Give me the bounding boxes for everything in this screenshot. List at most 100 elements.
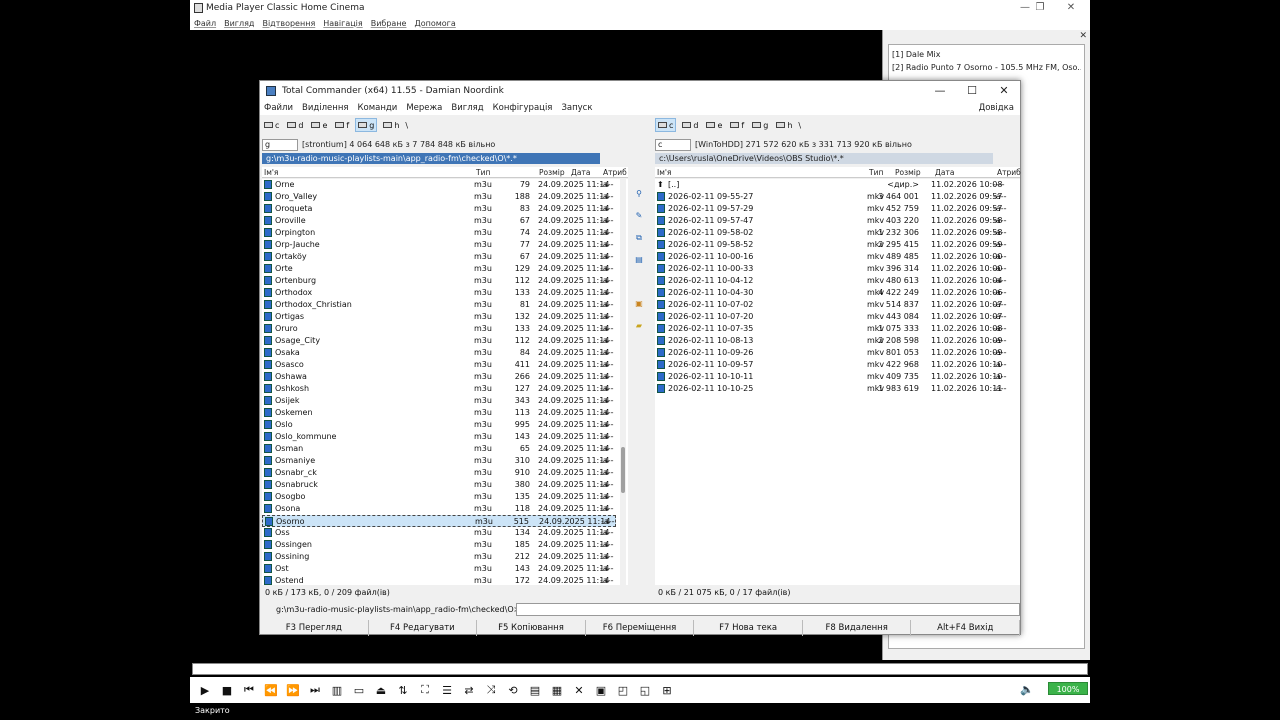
file-row[interactable]: Oskemen m3u 113 24.09.2025 11:14 -a--: [262, 407, 616, 419]
drive-button-g[interactable]: g: [355, 118, 378, 132]
file-row[interactable]: Orpington m3u 74 24.09.2025 11:14 -a--: [262, 227, 616, 239]
file-row[interactable]: Oslo m3u 995 24.09.2025 11:14 -a--: [262, 419, 616, 431]
file-row[interactable]: Oslo_kommune m3u 143 24.09.2025 11:14 -a--: [262, 431, 616, 443]
file-row[interactable]: Ossining m3u 212 24.09.2025 11:14 -a--: [262, 551, 616, 563]
file-row[interactable]: Ossingen m3u 185 24.09.2025 11:14 -a--: [262, 539, 616, 551]
file-row[interactable]: Osmaniye m3u 310 24.09.2025 11:14 -a--: [262, 455, 616, 467]
file-row[interactable]: 2026-02-11 10-00-16 mkv 489 485 11.02.2026 …: [655, 251, 1020, 263]
file-row[interactable]: 2026-02-11 10-07-20 mkv 443 084 11.02.2026 …: [655, 311, 1020, 323]
file-row[interactable]: 2026-02-11 09-57-47 mkv 403 220 11.02.2026 …: [655, 215, 1020, 227]
file-row[interactable]: Orthodox_Christian m3u 81 24.09.2025 11:14-…: [262, 299, 616, 311]
cmd-input[interactable]: [516, 603, 1020, 616]
tc-maximize-icon[interactable]: ☐: [956, 81, 988, 101]
drive-button-c[interactable]: c: [655, 118, 677, 132]
layout4-icon[interactable]: ⊞: [656, 680, 678, 700]
file-row[interactable]: Osman m3u 65 24.09.2025 11:14 -a--: [262, 443, 616, 455]
file-row[interactable]: Osage_City m3u 112 24.09.2025 11:14 -a--: [262, 335, 616, 347]
drive-button-e[interactable]: e: [309, 118, 329, 132]
layout3-icon[interactable]: ◱: [634, 680, 656, 700]
col-date[interactable]: Дата: [571, 167, 590, 178]
edit-icon[interactable]: ✎: [634, 211, 644, 221]
file-row[interactable]: Osaka m3u 84 24.09.2025 11:14 -a--: [262, 347, 616, 359]
file-row[interactable]: 2026-02-11 10-04-30 mkv 4 422 249 11.02.202…: [655, 287, 1020, 299]
drive-button-h[interactable]: h: [774, 118, 794, 132]
root-button[interactable]: \: [405, 121, 408, 130]
right-file-panel[interactable]: ⬆ [..] <дир.> 11.02.2026 10:08 ---- 2026-02-1…: [655, 179, 1020, 585]
file-row[interactable]: Ostend m3u 172 24.09.2025 11:14 -a--: [262, 575, 616, 585]
tc-menu-mark[interactable]: Виділення: [302, 101, 348, 115]
file-row[interactable]: 2026-02-11 10-09-26 mkv 801 053 11.02.2026 …: [655, 347, 1020, 359]
file-row[interactable]: Osogbo m3u 135 24.09.2025 11:14 -a--: [262, 491, 616, 503]
fullscreen-icon[interactable]: ⛶: [414, 680, 436, 700]
file-row[interactable]: Osorno m3u 515 24.09.2025 11:14 -a--: [262, 515, 616, 527]
file-row[interactable]: Oss m3u 134 24.09.2025 11:14 -a--: [262, 527, 616, 539]
drive-button-h[interactable]: h: [381, 118, 401, 132]
loop-icon[interactable]: ⇄: [458, 680, 480, 700]
prev-icon[interactable]: ⏮: [238, 680, 260, 700]
drive-button-e[interactable]: e: [704, 118, 724, 132]
f3-view-button[interactable]: F3 Перегляд: [260, 620, 369, 636]
play-icon[interactable]: ▶: [194, 680, 216, 700]
subtitle-icon[interactable]: ⟲: [502, 680, 524, 700]
file-row[interactable]: Osnabruck m3u 380 24.09.2025 11:14 -a--: [262, 479, 616, 491]
tc-menu-view[interactable]: Вигляд: [451, 101, 483, 115]
col-attr[interactable]: Атриб: [603, 167, 627, 178]
file-row[interactable]: Ortaköy m3u 67 24.09.2025 11:14 -a--: [262, 251, 616, 263]
file-row[interactable]: Oroqueta m3u 83 24.09.2025 11:14 -a--: [262, 203, 616, 215]
file-row[interactable]: Oruro m3u 133 24.09.2025 11:14 -a--: [262, 323, 616, 335]
mpc-menu-play[interactable]: Відтворення: [262, 19, 315, 28]
drive-button-c[interactable]: c: [262, 118, 281, 132]
pack-icon[interactable]: ▣: [634, 299, 644, 309]
file-row[interactable]: 2026-02-11 10-08-13 mkv 2 208 598 11.02.202…: [655, 335, 1020, 347]
rewind-icon[interactable]: ⏪: [260, 680, 282, 700]
left-scroll-thumb[interactable]: [621, 447, 625, 493]
file-row[interactable]: 2026-02-11 10-10-25 mkv 1 983 619 11.02.202…: [655, 383, 1020, 395]
file-row[interactable]: 2026-02-11 09-58-02 mkv 1 232 306 11.02.202…: [655, 227, 1020, 239]
col-size[interactable]: Розмір: [539, 167, 565, 178]
tc-menu-start[interactable]: Запуск: [561, 101, 592, 115]
col-name[interactable]: Ім'я: [264, 167, 278, 178]
file-row[interactable]: Osasco m3u 411 24.09.2025 11:14 -a--: [262, 359, 616, 371]
file-row[interactable]: Ortenburg m3u 112 24.09.2025 11:14 -a--: [262, 275, 616, 287]
file-row[interactable]: Osona m3u 118 24.09.2025 11:14 -a--: [262, 503, 616, 515]
frame-step-icon[interactable]: ▥: [326, 680, 348, 700]
alt-f4-exit-button[interactable]: Alt+F4 Вихід: [911, 620, 1021, 636]
eject-icon[interactable]: ⏏: [370, 680, 392, 700]
tc-close-icon[interactable]: ✕: [988, 81, 1020, 101]
file-row[interactable]: 2026-02-11 09-55-27 mkv 3 464 001 11.02.202…: [655, 191, 1020, 203]
f8-delete-button[interactable]: F8 Видалення: [803, 620, 912, 636]
layout1-icon[interactable]: ▣: [590, 680, 612, 700]
file-row[interactable]: Osijek m3u 343 24.09.2025 11:14 -a--: [262, 395, 616, 407]
playlist-item[interactable]: [1] Dale Mix: [892, 48, 1081, 61]
file-row[interactable]: 2026-02-11 09-58-52 mkv 2 295 415 11.02.202…: [655, 239, 1020, 251]
file-row[interactable]: 2026-02-11 10-07-02 mkv 514 837 11.02.2026 …: [655, 299, 1020, 311]
right-path[interactable]: c:\Users\rusla\OneDrive\Videos\OBS Studi…: [655, 153, 993, 164]
tc-minimize-icon[interactable]: —: [924, 81, 956, 101]
volume-level[interactable]: 100%: [1048, 682, 1088, 695]
parent-dir-row[interactable]: ⬆ [..] <дир.> 11.02.2026 10:08 ----: [655, 179, 1020, 191]
info-icon[interactable]: ▦: [546, 680, 568, 700]
playlist-icon[interactable]: ☰: [436, 680, 458, 700]
aspect-icon[interactable]: ▭: [348, 680, 370, 700]
f6-move-button[interactable]: F6 Переміщення: [586, 620, 695, 636]
stop-icon[interactable]: ■: [216, 680, 238, 700]
file-row[interactable]: Orte m3u 129 24.09.2025 11:14 -a--: [262, 263, 616, 275]
file-row[interactable]: Orthodox m3u 133 24.09.2025 11:14 -a--: [262, 287, 616, 299]
tc-menu-net[interactable]: Мережа: [406, 101, 442, 115]
f7-newfolder-button[interactable]: F7 Нова тека: [694, 620, 803, 636]
drive-button-d[interactable]: d: [680, 118, 700, 132]
f4-edit-button[interactable]: F4 Редагувати: [369, 620, 478, 636]
file-row[interactable]: 2026-02-11 10-04-12 mkv 480 613 11.02.2026 …: [655, 275, 1020, 287]
col-name[interactable]: Ім'я: [657, 167, 671, 178]
copy-icon[interactable]: ⧉: [634, 233, 644, 243]
settings-icon[interactable]: ⇅: [392, 680, 414, 700]
file-row[interactable]: 2026-02-11 10-10-11 mkv 409 735 11.02.2026 …: [655, 371, 1020, 383]
compare-icon[interactable]: ▤: [634, 255, 644, 265]
mpc-menu-help[interactable]: Допомога: [414, 19, 455, 28]
file-row[interactable]: 2026-02-11 10-07-35 mkv 1 075 333 11.02.202…: [655, 323, 1020, 335]
mpc-menu-view[interactable]: Вигляд: [224, 19, 254, 28]
file-row[interactable]: 2026-02-11 09-57-29 mkv 452 759 11.02.2026 …: [655, 203, 1020, 215]
volume-icon[interactable]: 🔈: [1020, 683, 1042, 697]
file-row[interactable]: Oro_Valley m3u 188 24.09.2025 11:14 -a--: [262, 191, 616, 203]
drive-button-f[interactable]: f: [728, 118, 746, 132]
